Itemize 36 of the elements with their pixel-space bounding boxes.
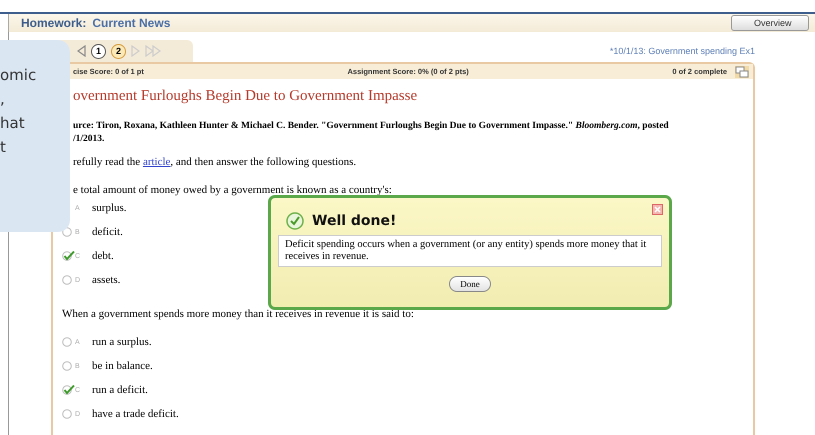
option-text: surplus. [92,202,127,214]
header-label: Homework: [21,16,86,30]
feedback-message: Deficit spending occurs when a government (or any entity) spends more money that it receives in revenue. [278,235,662,267]
source-citation: /1/2013. [73,133,106,146]
checked-radio-icon[interactable] [62,250,75,262]
previous-icon[interactable] [77,45,86,57]
callout-text: t [0,138,6,157]
page-number[interactable]: 1 [91,44,106,58]
callout-text: , [0,90,5,109]
option-text: run a surplus. [92,336,152,348]
window-icon[interactable] [735,66,749,78]
checked-radio-icon[interactable] [62,384,75,396]
next-icon[interactable] [131,45,140,57]
callout-text: omic [0,66,36,85]
check-circle-icon [286,212,304,230]
source-citation: urce: Tiron, Roxana, Kathleen Hunter & Michael C. Bender. "Government Furloughs Begin Due to Government Impasse." Bloomberg.com, posted [73,120,670,133]
question-text: e total amount of money owed by a government is known as a country's: [73,184,393,196]
overview-button[interactable]: Overview [731,15,809,31]
article-title: overnment Furloughs Begin Due to Government Impasse [73,88,418,105]
article-link[interactable]: article [142,156,170,168]
callout-text: hat [0,114,25,133]
option-text: debt. [92,250,114,262]
header-title: Current News [92,16,170,30]
instruction-text: refully read the article, and then answer the following questions. [73,156,358,168]
done-button[interactable]: Done [449,276,491,292]
question-text: When a government spends more money than it receives in revenue it is said to: [62,308,415,320]
option-text: be in balance. [92,360,153,372]
option-text: have a trade deficit. [92,408,179,420]
option-text: run a deficit. [92,384,148,396]
option-text: deficit. [92,226,123,238]
close-icon[interactable] [652,204,663,215]
dialog-title: Well done! [312,213,396,229]
page-number[interactable]: 2 [111,44,126,58]
option-text: assets. [92,274,120,286]
assignment-link[interactable]: *10/1/13: Government spending Ex1 [610,46,755,62]
last-icon[interactable] [145,45,161,57]
